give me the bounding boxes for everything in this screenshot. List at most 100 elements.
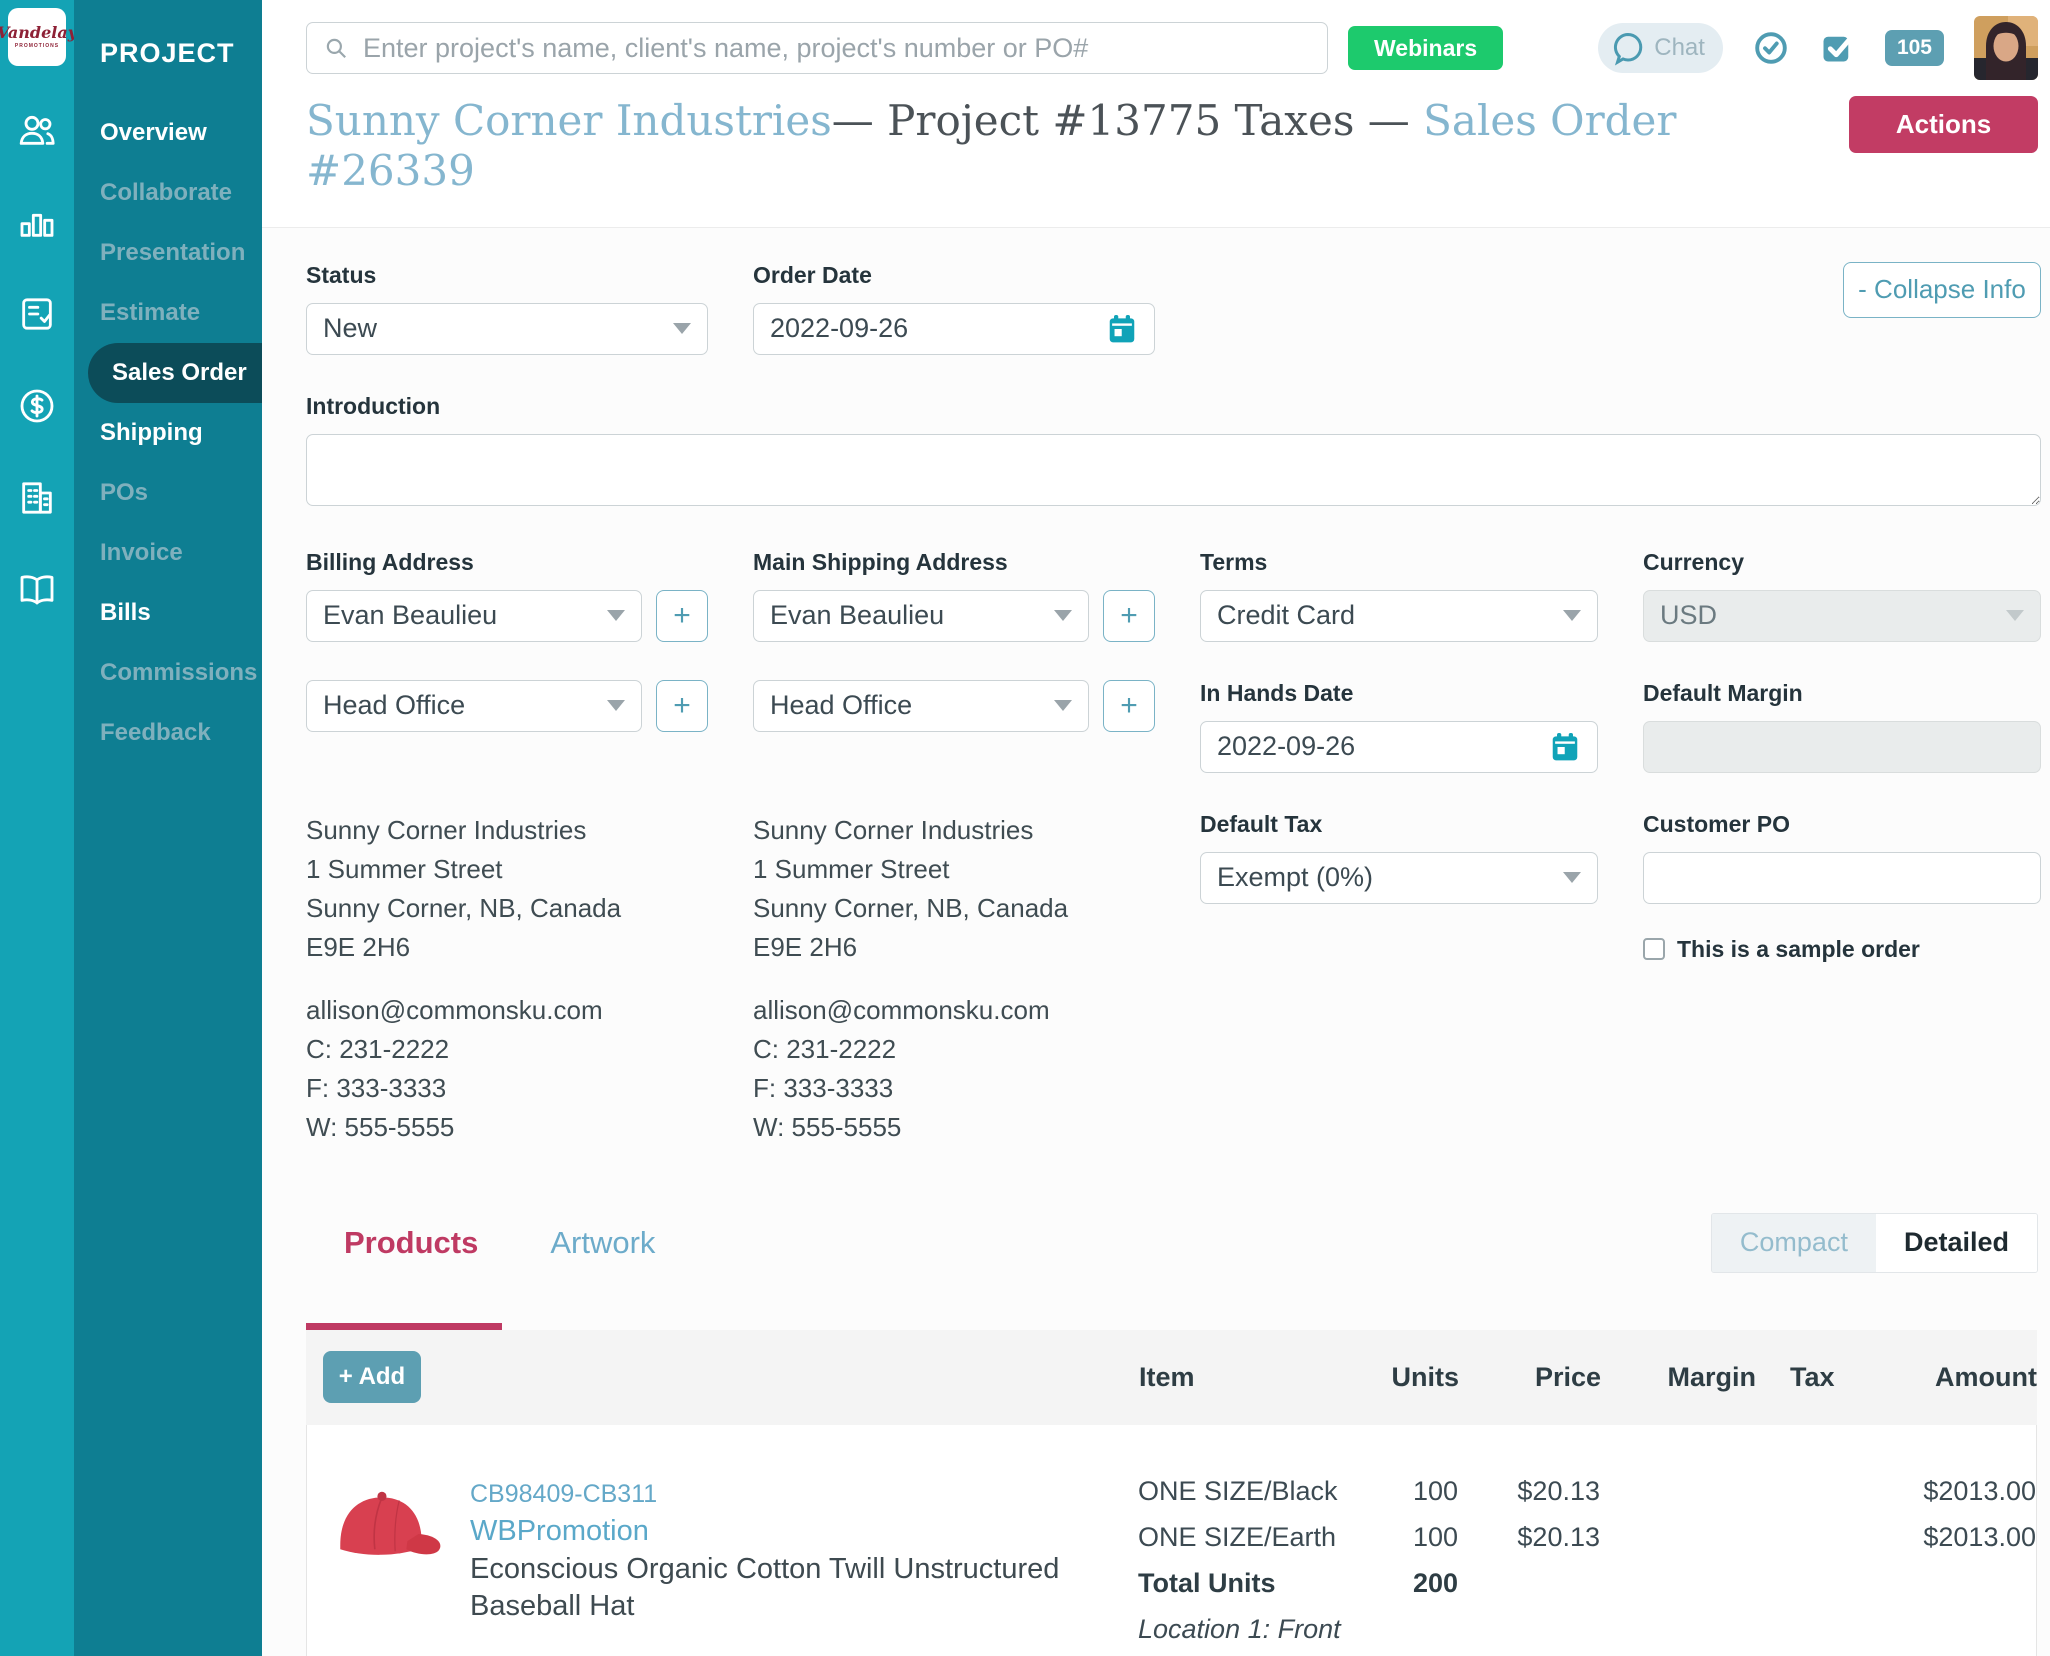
products-section: Products Artwork Compact Detailed + Add … (306, 1213, 2040, 1656)
in-hands-date-field: In Hands Date 2022-09-26 (1200, 680, 1598, 773)
user-avatar[interactable] (1974, 16, 2038, 80)
line-item-amount: $2013.00 (1850, 1522, 2036, 1553)
customer-po-label: Customer PO (1643, 811, 2041, 838)
reports-icon[interactable] (17, 202, 57, 242)
chevron-down-icon (607, 700, 625, 711)
line-item-name: ONE SIZE/Earth (1138, 1522, 1378, 1553)
sidebar-item[interactable]: Sales Order (88, 343, 262, 403)
clients-icon[interactable] (17, 110, 57, 150)
sidebar-item[interactable]: Shipping (74, 403, 262, 463)
vendors-icon[interactable] (17, 478, 57, 518)
shipping-location-select[interactable]: Head Office (753, 680, 1089, 732)
terms-select[interactable]: Credit Card (1200, 590, 1598, 642)
order-form: Status New Order Date 2022-09-26 - Colla… (306, 262, 2040, 1147)
billing-location-select[interactable]: Head Office (306, 680, 642, 732)
order-date-input[interactable]: 2022-09-26 (753, 303, 1155, 355)
sidebar-item[interactable]: Commissions (74, 643, 262, 703)
collapse-info-button[interactable]: - Collapse Info (1843, 262, 2041, 318)
add-shipping-location-button[interactable]: + (1103, 680, 1155, 732)
add-billing-contact-button[interactable]: + (656, 590, 708, 642)
resources-icon[interactable] (17, 570, 57, 610)
sidebar-title: PROJECT (74, 0, 262, 103)
sidebar-item[interactable]: POs (74, 463, 262, 523)
chevron-down-icon (1054, 610, 1072, 621)
in-hands-date-label: In Hands Date (1200, 680, 1598, 707)
line-item-row: ONE SIZE/Black 100 $20.13 $2013.00 (1138, 1469, 2036, 1515)
shipping-contact-select[interactable]: Evan Beaulieu (753, 590, 1089, 642)
product-image[interactable] (324, 1481, 446, 1589)
address-line: 1 Summer Street (753, 850, 1155, 889)
billing-contact-row: Billing Address Evan Beaulieu + (306, 549, 708, 642)
contact-line: W: 555-5555 (753, 1108, 1155, 1147)
shipping-contact-row: Main Shipping Address Evan Beaulieu + (753, 549, 1155, 642)
sidebar-items: Overview Collaborate Presentation Estima… (74, 103, 262, 763)
line-item-price: $20.13 (1458, 1476, 1600, 1507)
logo-sub-text: PROMOTIONS (15, 43, 59, 49)
line-item-row: Location 1: Front (1138, 1607, 2036, 1653)
address-line: Sunny Corner Industries (306, 811, 708, 850)
column-header-amount: Amount (1851, 1362, 2037, 1393)
customer-po-input[interactable] (1660, 862, 2024, 893)
shipping-contact-lines: allison@commonsku.comC: 231-2222F: 333-3… (753, 991, 1155, 1147)
notification-count-badge[interactable]: 105 (1885, 30, 1944, 66)
add-billing-location-button[interactable]: + (656, 680, 708, 732)
tab-artwork[interactable]: Artwork (550, 1225, 655, 1261)
calendar-icon (1106, 313, 1138, 345)
sidebar-item[interactable]: Presentation (74, 223, 262, 283)
address-line: Sunny Corner, NB, Canada (306, 889, 708, 928)
chat-bubble-icon (1610, 30, 1646, 66)
introduction-textarea[interactable] (306, 434, 2041, 506)
sidebar-item[interactable]: Collaborate (74, 163, 262, 223)
vandelay-logo[interactable]: Vandelay PROMOTIONS (8, 8, 66, 66)
products-table-header: + Add Item Units Price Margin Tax Amount (306, 1330, 2037, 1425)
shipping-address-block: Sunny Corner Industries1 Summer StreetSu… (753, 811, 1155, 1147)
sidebar-item[interactable]: Invoice (74, 523, 262, 583)
currency-value: USD (1660, 600, 1717, 631)
contact-line: F: 333-3333 (306, 1069, 708, 1108)
sidebar-item[interactable]: Bills (74, 583, 262, 643)
sidebar-item[interactable]: Feedback (74, 703, 262, 763)
sidebar-item[interactable]: Overview (74, 103, 262, 163)
webinars-button[interactable]: Webinars (1348, 26, 1503, 70)
default-tax-field: Default Tax Exempt (0%) (1200, 811, 1598, 904)
actions-button[interactable]: Actions (1849, 96, 2038, 153)
reminders-clock-icon[interactable] (1753, 30, 1789, 66)
customer-po-field: Customer PO This is a sample order (1643, 811, 2041, 963)
default-tax-select[interactable]: Exempt (0%) (1200, 852, 1598, 904)
finance-icon[interactable] (17, 386, 57, 426)
sidebar-item[interactable]: Estimate (74, 283, 262, 343)
detailed-view-button[interactable]: Detailed (1876, 1214, 2037, 1272)
billing-contact-select[interactable]: Evan Beaulieu (306, 590, 642, 642)
in-hands-date-input[interactable]: 2022-09-26 (1200, 721, 1598, 773)
tasks-check-icon[interactable] (1819, 30, 1855, 66)
icon-rail: Vandelay PROMOTIONS (0, 0, 74, 1656)
page-title: Sunny Corner Industries— Project #13775 … (306, 96, 1849, 197)
search-box (306, 22, 1328, 74)
terms-label: Terms (1200, 549, 1598, 576)
chat-button[interactable]: Chat (1598, 23, 1723, 73)
sample-order-checkbox[interactable] (1643, 938, 1665, 960)
line-item-units: 100 (1378, 1522, 1458, 1553)
add-shipping-contact-button[interactable]: + (1103, 590, 1155, 642)
introduction-label: Introduction (306, 393, 2041, 420)
search-input[interactable] (363, 33, 1311, 64)
production-icon[interactable] (17, 294, 57, 334)
add-product-button[interactable]: + Add (323, 1351, 421, 1403)
column-header-margin: Margin (1601, 1362, 1756, 1393)
product-name[interactable]: Econscious Organic Cotton Twill Unstruct… (470, 1553, 1059, 1622)
currency-label: Currency (1643, 549, 2041, 576)
chevron-down-icon (2006, 610, 2024, 621)
address-line: Sunny Corner Industries (753, 811, 1155, 850)
client-name-link[interactable]: Sunny Corner Industries (306, 96, 832, 145)
tab-products[interactable]: Products (344, 1225, 478, 1261)
compact-view-button[interactable]: Compact (1712, 1214, 1876, 1272)
default-tax-label: Default Tax (1200, 811, 1598, 838)
products-tabs-row: Products Artwork Compact Detailed (306, 1213, 2040, 1273)
status-select[interactable]: New (306, 303, 708, 355)
address-line: E9E 2H6 (306, 928, 708, 967)
contact-line: allison@commonsku.com (306, 991, 708, 1030)
shipping-location-row: Head Office + (753, 680, 1155, 773)
order-date-value: 2022-09-26 (770, 313, 908, 344)
contact-line: allison@commonsku.com (753, 991, 1155, 1030)
chevron-down-icon (673, 323, 691, 334)
